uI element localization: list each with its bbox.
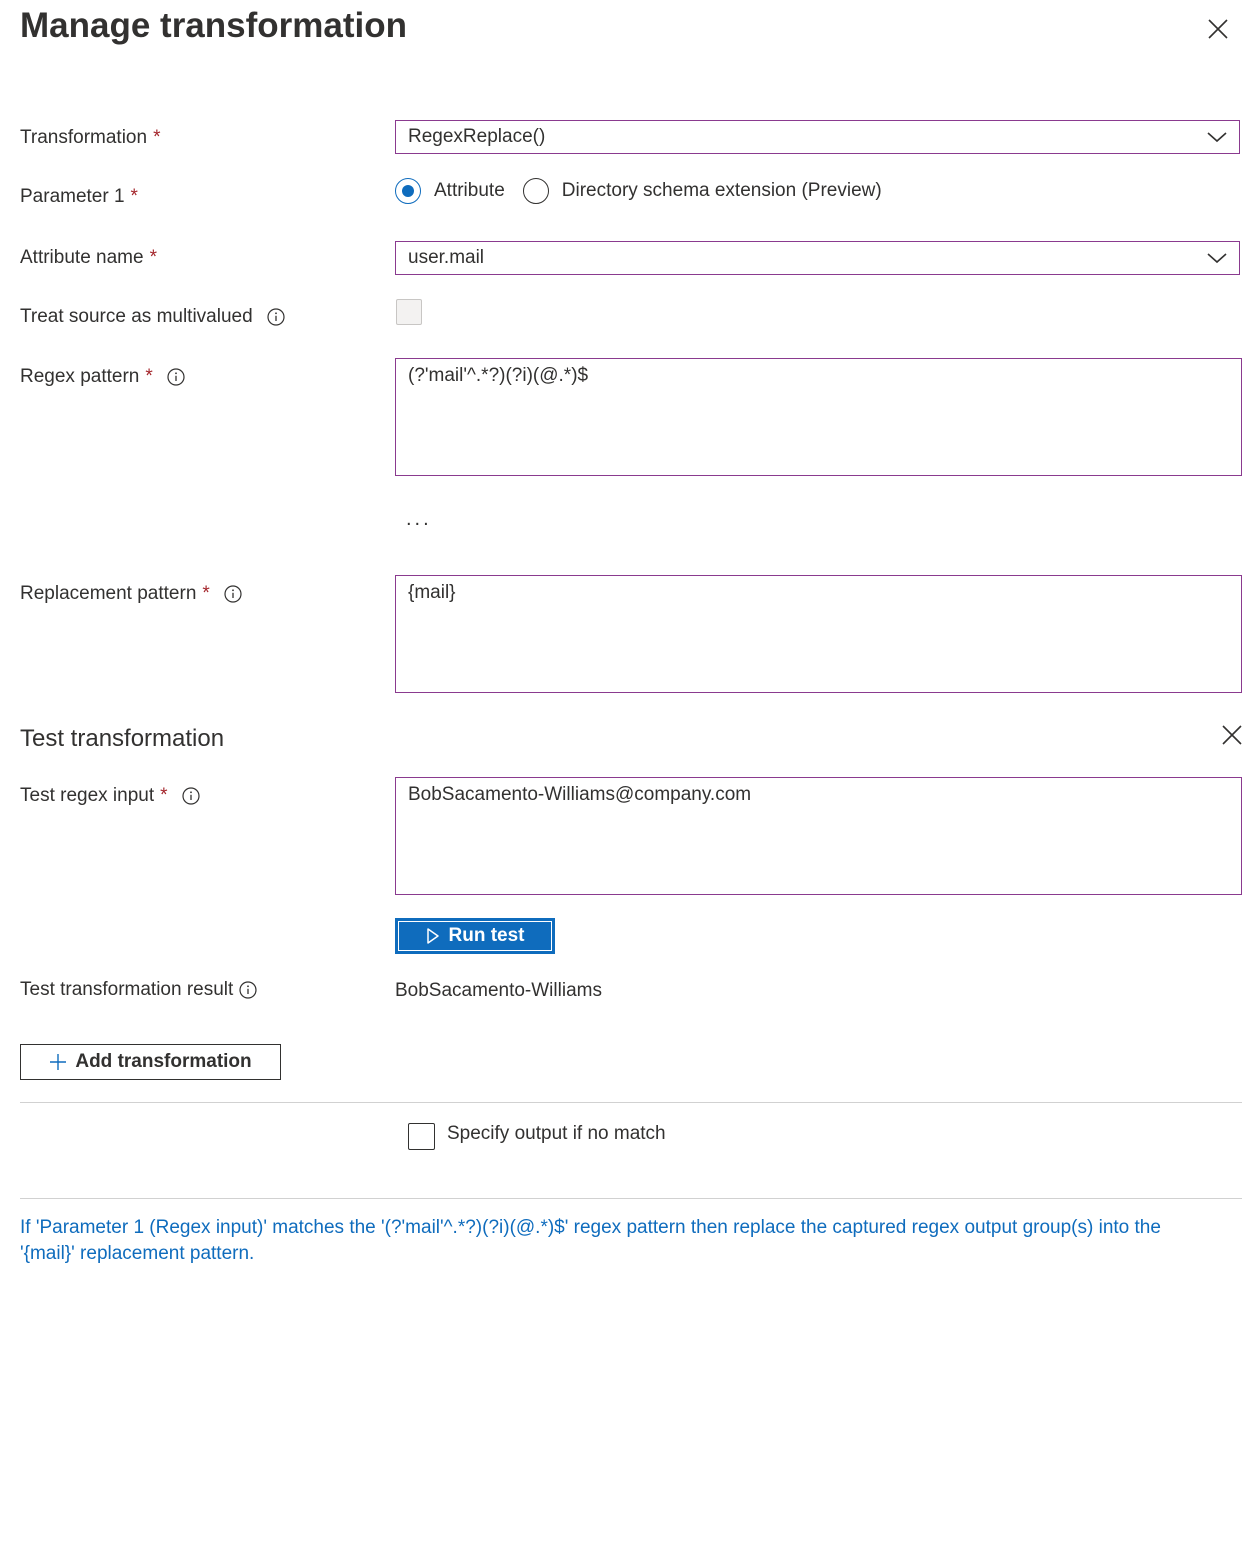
regex-pattern-textarea[interactable]: (?'mail'^.*?)(?i)(@.*)$: [395, 358, 1242, 476]
divider: [20, 1198, 1242, 1199]
specify-output-checkbox[interactable]: [408, 1123, 435, 1150]
close-icon: [1208, 19, 1228, 39]
transformation-dropdown-value: RegexReplace(): [408, 126, 546, 147]
close-test-section-button[interactable]: [1218, 721, 1246, 749]
required-marker: *: [153, 127, 161, 148]
required-marker: *: [202, 583, 210, 604]
test-result-value: BobSacamento-Williams: [395, 980, 602, 1001]
more-options-button[interactable]: ...: [406, 508, 432, 531]
attribute-name-dropdown-value: user.mail: [408, 247, 485, 268]
info-icon[interactable]: [224, 585, 242, 603]
parameter1-label: Parameter 1 *: [20, 186, 138, 207]
radio-attribute-label[interactable]: Attribute: [434, 180, 505, 202]
radio-directory-schema-extension-label[interactable]: Directory schema extension (Preview): [562, 180, 882, 202]
add-transformation-button-label: Add transformation: [75, 1051, 252, 1072]
chevron-down-icon: [1207, 132, 1227, 143]
test-result-label: Test transformation result: [20, 977, 257, 1003]
test-regex-input-textarea[interactable]: BobSacamento-Williams@company.com: [395, 777, 1242, 895]
run-test-button[interactable]: Run test: [395, 918, 555, 954]
transformation-dropdown[interactable]: RegexReplace(): [395, 120, 1240, 154]
info-icon[interactable]: [181, 787, 200, 805]
replacement-pattern-textarea[interactable]: {mail}: [395, 575, 1242, 693]
radio-directory-schema-extension[interactable]: [522, 178, 549, 204]
divider: [20, 1102, 1242, 1103]
regex-pattern-label: Regex pattern *: [20, 364, 185, 390]
plus-icon: [50, 1054, 67, 1070]
close-icon: [1222, 725, 1242, 745]
info-icon[interactable]: [167, 368, 185, 386]
required-marker: *: [145, 366, 153, 387]
page-title: Manage transformation: [20, 6, 407, 45]
required-marker: *: [149, 247, 157, 268]
parameter1-radio-group: Attribute Directory schema extension (Pr…: [395, 178, 900, 204]
specify-output-label[interactable]: Specify output if no match: [447, 1123, 666, 1145]
test-transformation-title: Test transformation: [20, 725, 225, 752]
chevron-down-icon: [1207, 253, 1227, 264]
treat-multivalued-label: Treat source as multivalued: [20, 304, 285, 330]
transformation-label: Transformation *: [20, 127, 161, 148]
info-icon[interactable]: [267, 308, 285, 326]
info-icon[interactable]: [239, 981, 257, 999]
radio-attribute[interactable]: [395, 178, 421, 204]
attribute-name-dropdown[interactable]: user.mail: [395, 241, 1240, 275]
attribute-name-label: Attribute name *: [20, 247, 157, 268]
required-marker: *: [130, 186, 138, 207]
test-regex-input-label: Test regex input *: [20, 783, 200, 809]
run-test-button-label: Run test: [448, 925, 525, 946]
treat-multivalued-checkbox: [396, 299, 422, 325]
required-marker: *: [160, 785, 168, 806]
replacement-pattern-label: Replacement pattern *: [20, 581, 242, 607]
play-icon: [426, 928, 439, 944]
close-panel-button[interactable]: [1204, 15, 1232, 43]
transformation-description: If 'Parameter 1 (Regex input)' matches t…: [20, 1217, 1161, 1264]
add-transformation-button[interactable]: Add transformation: [20, 1044, 281, 1080]
